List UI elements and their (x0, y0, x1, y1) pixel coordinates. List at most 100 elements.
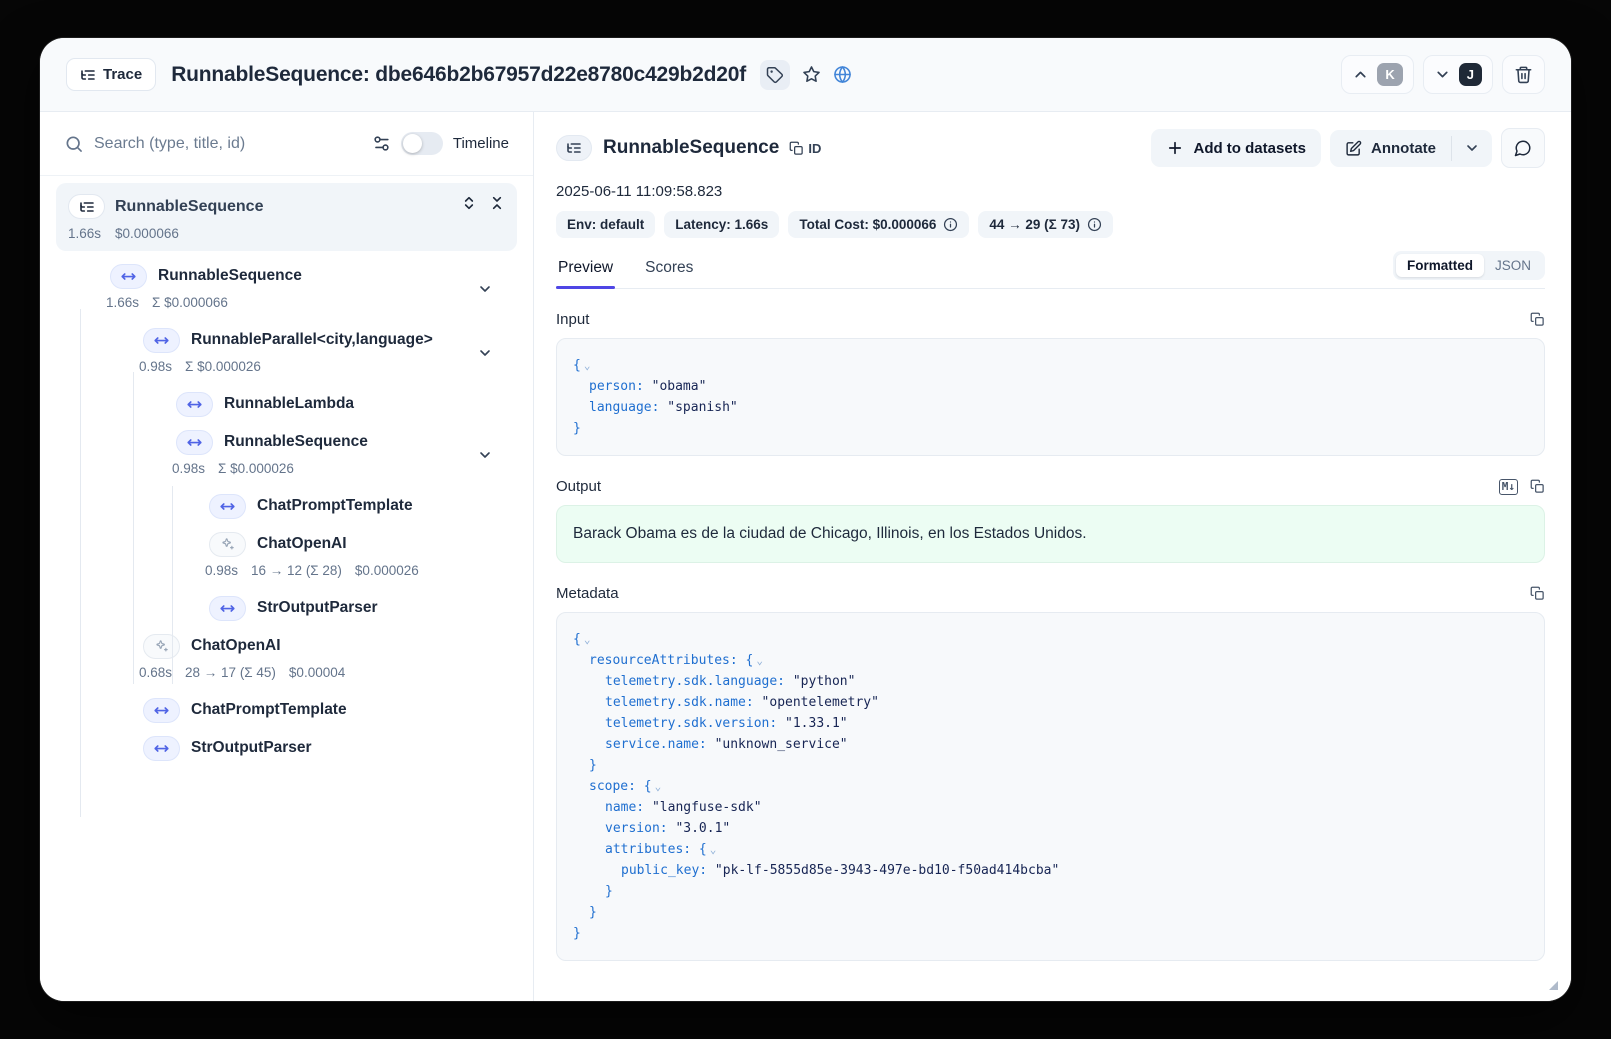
tree-item-runnablesequence[interactable]: RunnableSequence 0.98sΣ $0.000026 (56, 429, 517, 481)
tree-item-chatprompttemplate[interactable]: ChatPromptTemplate (56, 697, 517, 723)
move-horizontal-icon (143, 698, 180, 723)
root-latency: 1.66s (68, 226, 101, 241)
chevron-down-icon[interactable] (477, 447, 493, 463)
format-option-json[interactable]: JSON (1484, 254, 1542, 277)
resize-handle[interactable] (1549, 981, 1558, 990)
json-line: telemetry.sdk.language: "python" (573, 671, 1528, 692)
move-horizontal-icon (176, 430, 213, 455)
toggle-knob (403, 134, 422, 153)
timeline-label: Timeline (453, 135, 509, 152)
star-button[interactable] (802, 65, 821, 84)
kbd-shortcut-k: K (1377, 63, 1402, 86)
markdown-icon[interactable]: M↓ (1499, 479, 1518, 495)
root-cost: $0.000066 (115, 226, 179, 241)
metadata-json-viewer[interactable]: {⌄resourceAttributes: {⌄telemetry.sdk.la… (556, 612, 1545, 961)
chevron-up-icon (1352, 66, 1369, 83)
move-horizontal-icon (209, 596, 246, 621)
tab-preview[interactable]: Preview (556, 251, 615, 288)
tabs-row: Preview Scores FormattedJSON (556, 251, 1545, 289)
tree-root-item[interactable]: RunnableSequence 1.66s $0.000066 (56, 183, 517, 251)
tree-item-chatprompttemplate[interactable]: ChatPromptTemplate (56, 493, 517, 519)
tree-item-runnableparallel-city-language-[interactable]: RunnableParallel<city,language> 0.98s Σ $… (56, 327, 517, 379)
title-bar: Trace RunnableSequence: dbe646b2b67957d2… (40, 38, 1571, 112)
json-line: name: "langfuse-sdk" (573, 797, 1528, 818)
format-option-formatted[interactable]: Formatted (1396, 254, 1484, 277)
copy-id-button[interactable]: ID (789, 141, 821, 156)
move-horizontal-icon (110, 264, 147, 289)
plus-icon (1166, 139, 1184, 157)
collapse-caret-icon[interactable]: ⌄ (655, 780, 662, 793)
tree-item-chatopenai[interactable]: ChatOpenAI 0.68s28 → 17 (Σ 45)$0.00004 (56, 633, 517, 685)
search-input[interactable] (94, 135, 362, 153)
tree-item-stroutputparser[interactable]: StrOutputParser (56, 735, 517, 761)
comments-button[interactable] (1501, 128, 1545, 168)
badge-text: Env: default (567, 217, 644, 232)
tree-item-stroutputparser[interactable]: StrOutputParser (56, 595, 517, 621)
output-section-header: Output M↓ (556, 478, 1545, 495)
tree-item-runnablesequence[interactable]: RunnableSequence 1.66sΣ $0.000066 (56, 263, 517, 315)
timeline-toggle[interactable] (401, 132, 443, 155)
tree-item-metric: $0.000026 (355, 563, 419, 578)
badge-text: Latency: 1.66s (675, 217, 768, 232)
tree-item-metric: Σ $0.000026 (185, 359, 261, 374)
filter-settings-icon[interactable] (372, 134, 391, 153)
tab-scores[interactable]: Scores (643, 251, 695, 288)
trace-type-badge: Trace (66, 58, 156, 91)
add-to-datasets-button[interactable]: Add to datasets (1151, 129, 1321, 167)
tree-item-metric: 16 → 12 (Σ 28) (251, 563, 342, 578)
annotate-button[interactable]: Annotate (1330, 130, 1451, 167)
tree-item-name: RunnableParallel<city,language> (191, 331, 433, 349)
tag-button[interactable] (760, 60, 790, 90)
tree-item-runnablelambda[interactable]: RunnableLambda (56, 391, 517, 417)
trace-title: RunnableSequence: dbe646b2b67957d22e8780… (171, 63, 746, 87)
prev-trace-button[interactable]: K (1341, 55, 1413, 94)
collapse-caret-icon[interactable]: ⌄ (756, 654, 763, 667)
tree-guide-line (133, 372, 134, 684)
tree-item-metric: 0.98s (139, 359, 172, 374)
chat-bubble-icon (1514, 139, 1532, 157)
search-icon (64, 134, 84, 154)
kbd-shortcut-j: J (1459, 63, 1482, 86)
json-line: resourceAttributes: {⌄ (573, 650, 1528, 671)
annotate-menu-button[interactable] (1452, 130, 1492, 167)
trace-tree-panel: Timeline RunnableSequence 1.66s $0.00006… (40, 112, 534, 1001)
input-json-viewer[interactable]: {⌄person: "obama"language: "spanish"} (556, 338, 1545, 456)
tree-item-chatopenai[interactable]: ChatOpenAI 0.98s16 → 12 (Σ 28)$0.000026 (56, 531, 517, 583)
delete-trace-button[interactable] (1502, 55, 1545, 94)
json-line: telemetry.sdk.name: "opentelemetry" (573, 692, 1528, 713)
annotate-split-button: Annotate (1330, 130, 1492, 167)
json-line: {⌄ (573, 355, 1528, 376)
collapse-caret-icon[interactable]: ⌄ (710, 843, 717, 856)
copy-icon[interactable] (1530, 479, 1545, 494)
json-line: version: "3.0.1" (573, 818, 1528, 839)
json-line: scope: {⌄ (573, 776, 1528, 797)
format-toggle: FormattedJSON (1393, 251, 1545, 280)
chevron-down-icon[interactable] (477, 345, 493, 361)
tree-item-metric: 28 → 17 (Σ 45) (185, 665, 276, 680)
info-icon[interactable] (943, 217, 958, 232)
json-line: } (573, 902, 1528, 923)
collapse-all-icon[interactable] (489, 195, 505, 211)
public-share-button[interactable] (833, 65, 852, 84)
info-icon[interactable] (1087, 217, 1102, 232)
tag-icon (766, 66, 784, 84)
tree-item-name: ChatOpenAI (191, 637, 281, 655)
tree-item-metric: 0.98s (172, 461, 205, 476)
tree-guide-line (172, 486, 173, 684)
metadata-section-header: Metadata (556, 585, 1545, 602)
chevron-down-icon[interactable] (477, 281, 493, 297)
tree-item-name: RunnableSequence (224, 433, 368, 451)
copy-icon[interactable] (1530, 312, 1545, 327)
expand-all-icon[interactable] (461, 195, 477, 211)
next-trace-button[interactable]: J (1423, 55, 1493, 94)
copy-icon[interactable] (1530, 586, 1545, 601)
tree-item-name: ChatPromptTemplate (191, 701, 347, 719)
metadata-label: Metadata (556, 585, 619, 602)
collapse-caret-icon[interactable]: ⌄ (584, 359, 591, 372)
collapse-caret-icon[interactable]: ⌄ (584, 633, 591, 646)
json-line: } (573, 881, 1528, 902)
json-line: person: "obama" (573, 376, 1528, 397)
observation-title: RunnableSequence (603, 137, 779, 159)
json-line: } (573, 418, 1528, 439)
json-line: } (573, 923, 1528, 944)
